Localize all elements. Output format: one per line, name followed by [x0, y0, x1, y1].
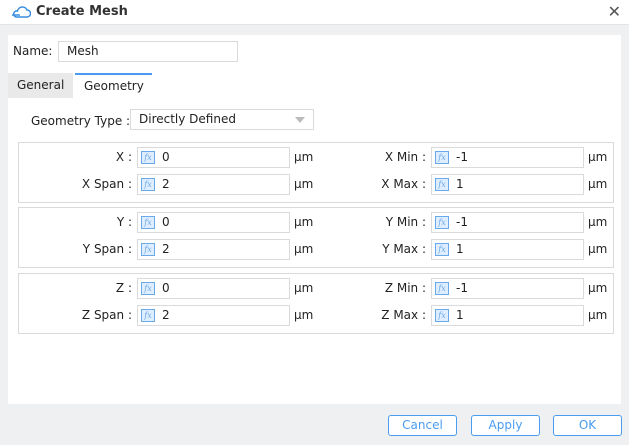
y-min-label: Y Min :: [385, 215, 426, 229]
cancel-button[interactable]: Cancel: [388, 415, 457, 436]
cloud-icon: [12, 6, 31, 18]
x-min-value: -1: [456, 150, 468, 164]
y-span-label: Y Span :: [82, 242, 132, 256]
fx-icon[interactable]: fx: [435, 282, 449, 295]
y-max-input[interactable]: fx 1: [431, 239, 584, 260]
apply-button[interactable]: Apply: [471, 415, 540, 436]
fx-icon[interactable]: fx: [141, 216, 155, 229]
name-label: Name:: [13, 44, 53, 58]
fx-icon[interactable]: fx: [141, 151, 155, 164]
x-span-input[interactable]: fx 2: [137, 174, 290, 195]
unit-label: μm: [588, 215, 608, 229]
chevron-down-icon: [295, 117, 305, 123]
y-span-input[interactable]: fx 2: [137, 239, 290, 260]
close-icon[interactable]: ✕: [608, 2, 621, 21]
range-group-z: Z : fx 0 μm Z Min : fx -1 μm Z Span : fx 2 μm…: [18, 273, 614, 334]
y-min-input[interactable]: fx -1: [431, 212, 584, 233]
unit-label: μm: [588, 242, 608, 256]
fx-icon[interactable]: fx: [141, 309, 155, 322]
title-bar: Create Mesh ✕: [0, 0, 629, 25]
z-center-value: 0: [162, 281, 170, 295]
x-center-input[interactable]: fx 0: [137, 147, 290, 168]
z-min-value: -1: [456, 281, 468, 295]
z-max-label: Z Max :: [381, 308, 426, 322]
window-title: Create Mesh: [36, 4, 128, 19]
fx-icon[interactable]: fx: [141, 178, 155, 191]
dialog-panel: Name: Mesh General Geometry Geometry Typ…: [8, 35, 621, 404]
geometry-type-label: Geometry Type :: [31, 114, 131, 128]
x-span-label: X Span :: [81, 177, 132, 191]
fx-icon[interactable]: fx: [435, 151, 449, 164]
name-input[interactable]: Mesh: [58, 41, 238, 62]
fx-icon[interactable]: fx: [435, 216, 449, 229]
y-center-label: Y :: [116, 215, 132, 229]
z-max-value: 1: [456, 308, 464, 322]
range-group-x: X : fx 0 μm X Min : fx -1 μm X Span : fx 2 μm…: [18, 142, 614, 203]
geometry-type-value: Directly Defined: [139, 112, 236, 126]
fx-icon[interactable]: fx: [435, 178, 449, 191]
tab-geometry[interactable]: Geometry: [75, 73, 152, 98]
x-max-label: X Max :: [381, 177, 426, 191]
fx-icon[interactable]: fx: [141, 243, 155, 256]
z-max-input[interactable]: fx 1: [431, 305, 584, 326]
tab-general[interactable]: General: [8, 73, 73, 98]
x-min-input[interactable]: fx -1: [431, 147, 584, 168]
range-group-y: Y : fx 0 μm Y Min : fx -1 μm Y Span : fx 2 μm…: [18, 207, 614, 268]
unit-label: μm: [588, 150, 608, 164]
unit-label: μm: [588, 177, 608, 191]
z-min-label: Z Min :: [384, 281, 426, 295]
unit-label: μm: [588, 281, 608, 295]
geometry-type-select[interactable]: Directly Defined: [130, 109, 314, 130]
y-max-value: 1: [456, 242, 464, 256]
z-min-input[interactable]: fx -1: [431, 278, 584, 299]
x-center-value: 0: [162, 150, 170, 164]
z-span-label: Z Span :: [81, 308, 132, 322]
fx-icon[interactable]: fx: [435, 309, 449, 322]
z-span-input[interactable]: fx 2: [137, 305, 290, 326]
x-max-value: 1: [456, 177, 464, 191]
fx-icon[interactable]: fx: [141, 282, 155, 295]
x-min-label: X Min :: [384, 150, 426, 164]
y-max-label: Y Max :: [382, 242, 426, 256]
y-center-input[interactable]: fx 0: [137, 212, 290, 233]
z-span-value: 2: [162, 308, 170, 322]
z-center-label: Z :: [115, 281, 132, 295]
y-span-value: 2: [162, 242, 170, 256]
x-center-label: X :: [115, 150, 132, 164]
fx-icon[interactable]: fx: [435, 243, 449, 256]
y-min-value: -1: [456, 215, 468, 229]
x-span-value: 2: [162, 177, 170, 191]
ok-button[interactable]: OK: [553, 415, 622, 436]
unit-label: μm: [588, 308, 608, 322]
z-center-input[interactable]: fx 0: [137, 278, 290, 299]
y-center-value: 0: [162, 215, 170, 229]
x-max-input[interactable]: fx 1: [431, 174, 584, 195]
